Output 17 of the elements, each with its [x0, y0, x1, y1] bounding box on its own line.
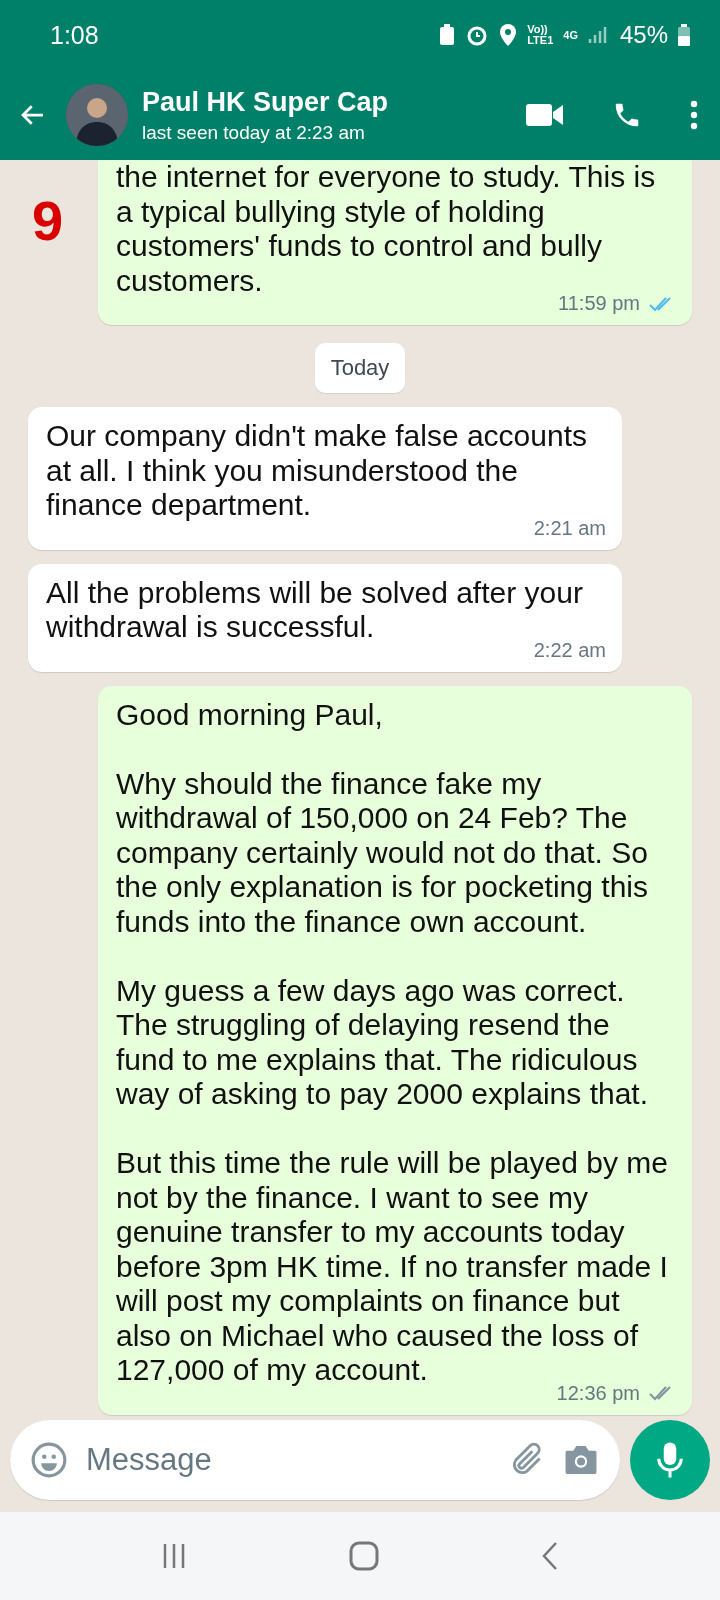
message-field[interactable]: Message [10, 1420, 620, 1500]
emoji-icon[interactable] [30, 1441, 68, 1479]
home-icon[interactable] [349, 1541, 379, 1571]
microphone-icon[interactable] [655, 1440, 685, 1480]
battery-icon [678, 24, 690, 46]
battery-percent: 45% [619, 21, 668, 49]
last-seen: last seen today at 2:23 am [142, 121, 366, 144]
battery-saver-icon [439, 24, 456, 46]
more-icon[interactable] [690, 100, 698, 130]
annotation-number: 9 [32, 188, 64, 253]
contact-name[interactable]: Paul HK Super Cap [142, 86, 484, 118]
network-type: 4G [563, 29, 578, 41]
video-camera-icon[interactable] [526, 102, 564, 128]
location-icon [499, 23, 518, 47]
status-time: 1:08 [50, 20, 99, 50]
date-chip: Today [314, 343, 406, 393]
network-label: Vo)) LTE1 [527, 24, 554, 46]
